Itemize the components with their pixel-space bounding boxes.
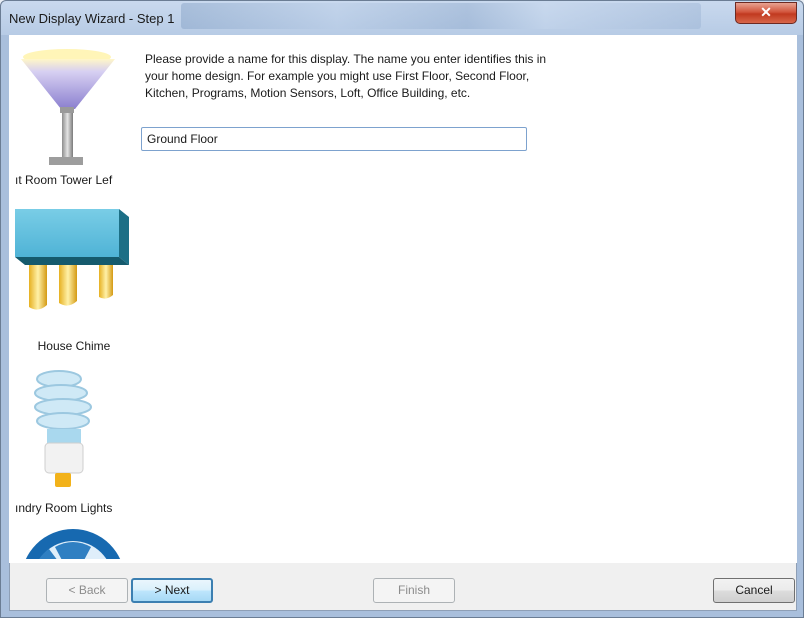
sidebar-item-label: House Chime [37, 339, 111, 353]
cfl-bulb-icon [34, 370, 92, 487]
window-title: New Display Wizard - Step 1 [9, 11, 175, 26]
cancel-button[interactable]: Cancel [713, 578, 795, 603]
instruction-text: Please provide a name for this display. … [145, 52, 547, 100]
fan-icon [25, 529, 121, 559]
wizard-window: New Display Wizard - Step 1 ✕ ıt Room To… [0, 0, 804, 618]
sidebar-item-tower-light[interactable]: ıt Room Tower Lef [15, 49, 133, 199]
sidebar-item-fan[interactable] [15, 527, 133, 559]
sidebar-item-label: ıt Room Tower Lef [15, 173, 113, 187]
torch-lamp-icon [21, 49, 115, 165]
back-button[interactable]: < Back [46, 578, 128, 603]
sidebar-item-label: ındry Room Lights [15, 501, 113, 515]
title-bar-background [181, 3, 701, 29]
sidebar-item-laundry-lights[interactable]: ındry Room Lights [15, 369, 133, 519]
display-name-input[interactable] [141, 127, 527, 151]
device-icon-list[interactable]: ıt Room Tower Lef House Chime ındry Room… [15, 49, 133, 559]
sidebar-item-house-chime[interactable]: House Chime [15, 209, 133, 359]
finish-button[interactable]: Finish [373, 578, 455, 603]
next-button[interactable]: > Next [131, 578, 213, 603]
close-button[interactable]: ✕ [735, 2, 797, 24]
house-chime-icon [15, 209, 129, 310]
title-bar[interactable]: New Display Wizard - Step 1 ✕ [1, 1, 803, 35]
